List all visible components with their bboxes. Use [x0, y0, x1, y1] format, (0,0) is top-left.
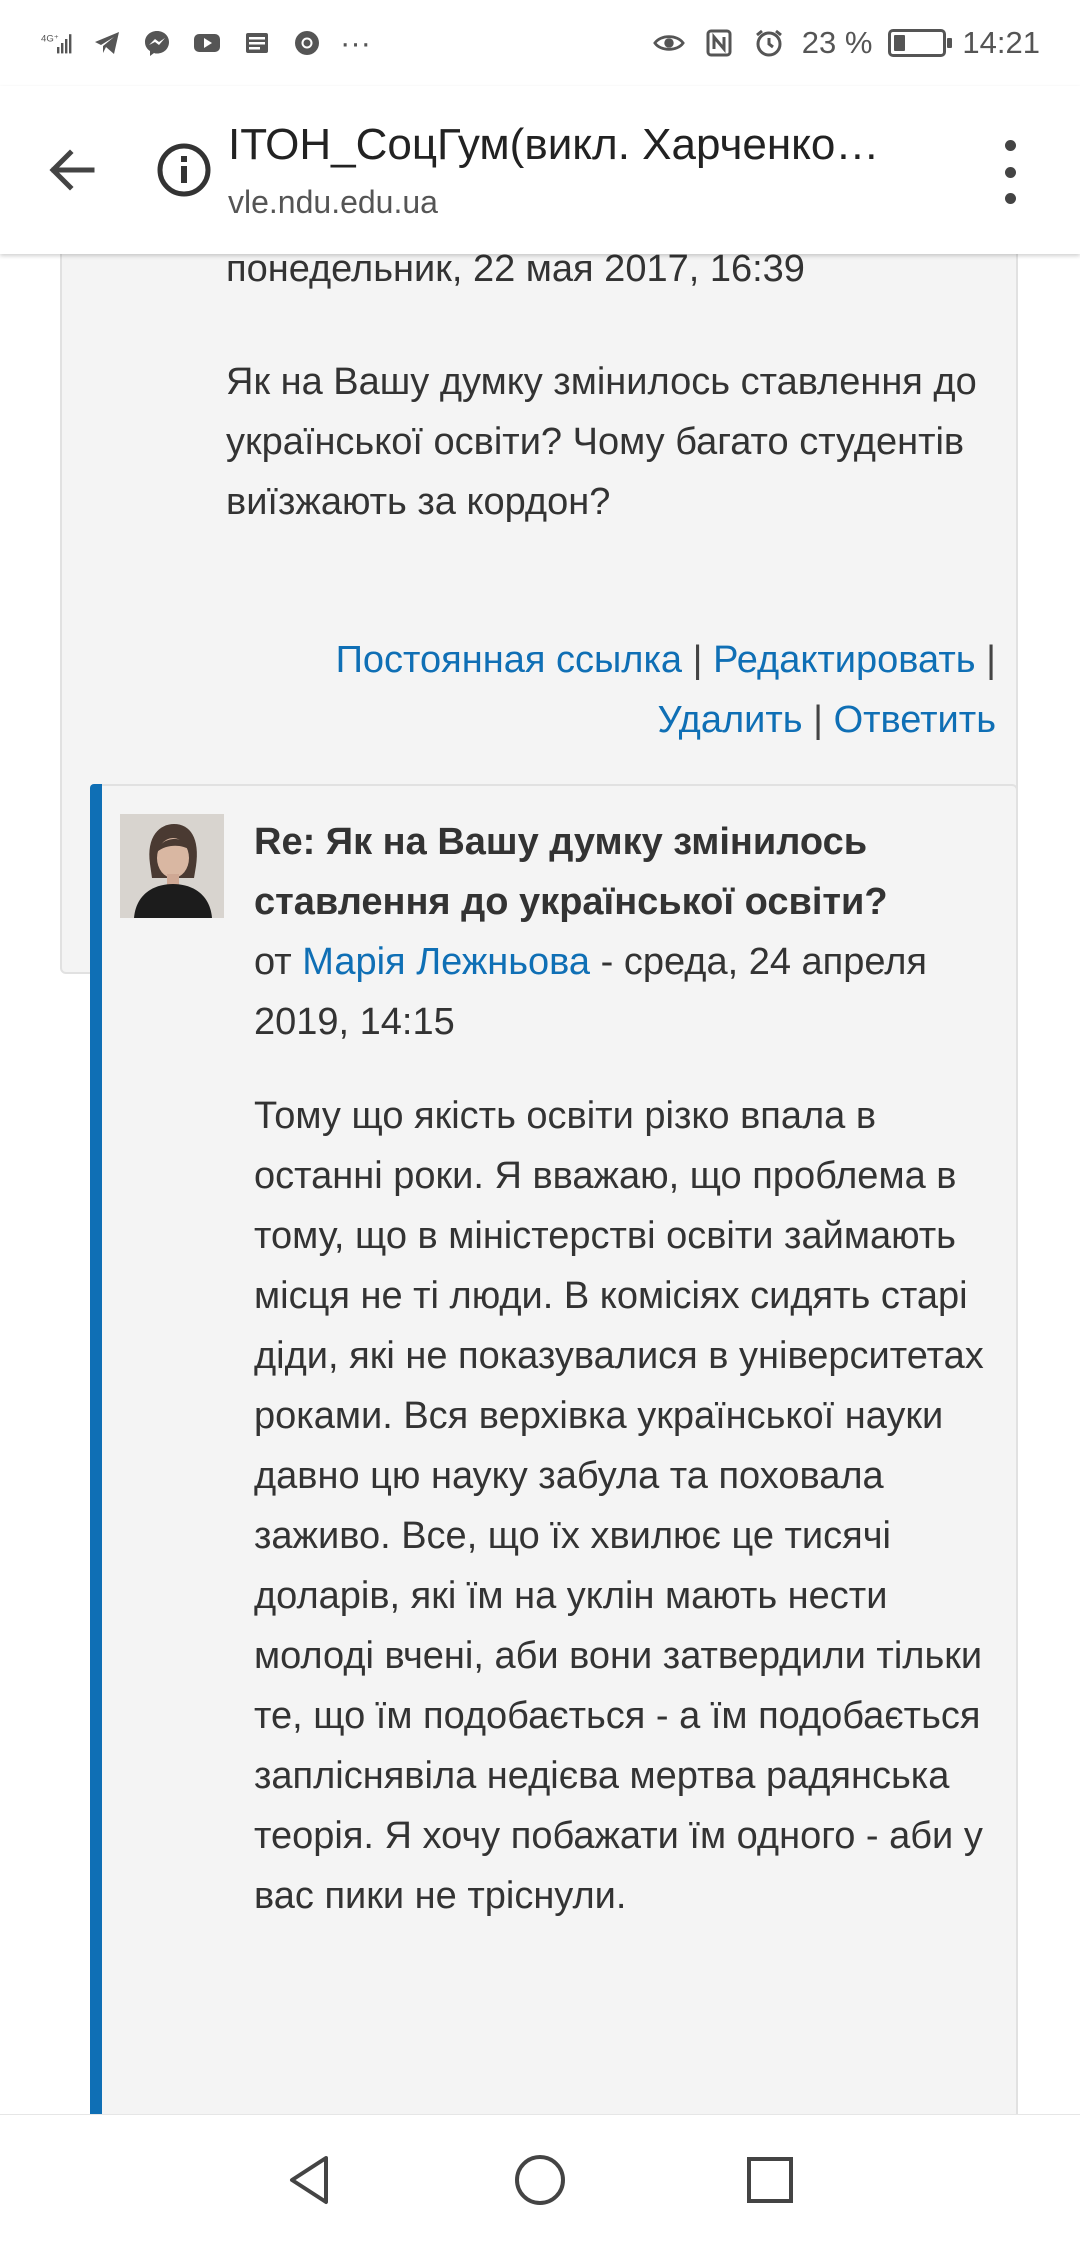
youtube-icon: [190, 28, 224, 58]
more-notifications-icon: ···: [340, 25, 371, 60]
news-icon: [240, 28, 274, 58]
browser-menu-button[interactable]: [990, 140, 1030, 204]
post-actions: Постоянная ссылка | Редактировать | Удал…: [176, 630, 996, 750]
nav-home-button[interactable]: [505, 2145, 575, 2215]
status-bar-right: 23 % 14:21: [652, 25, 1040, 61]
by-prefix: от: [254, 941, 292, 983]
system-navigation-bar: [0, 2114, 1080, 2245]
chrome-icon: [290, 28, 324, 58]
square-recents-icon: [747, 2157, 793, 2203]
alarm-icon: [752, 28, 786, 58]
reply-body: Тому що якість освіти різко впала в оста…: [254, 1095, 984, 1917]
battery-level: [894, 35, 906, 51]
back-button[interactable]: [40, 138, 104, 202]
status-bar-left: 4G⁺ ···: [40, 25, 371, 61]
action-separator: |: [986, 639, 996, 681]
nav-recents-button[interactable]: [735, 2145, 805, 2215]
action-separator: |: [692, 639, 703, 681]
battery-icon: [888, 29, 953, 57]
status-bar: 4G⁺ ··· 23 % 14:21: [0, 0, 1080, 86]
page-content[interactable]: понедельник, 22 мая 2017, 16:39 Як на Ва…: [0, 254, 1080, 2114]
reply-subject: Re: Як на Вашу думку змінилось ставлення…: [254, 821, 888, 923]
signal-icon: 4G⁺: [40, 28, 74, 58]
circle-home-icon: [515, 2155, 565, 2205]
nav-back-button[interactable]: [275, 2145, 345, 2215]
avatar[interactable]: [120, 814, 224, 918]
reply-link[interactable]: Ответить: [834, 699, 996, 741]
delete-link[interactable]: Удалить: [657, 699, 802, 741]
svg-text:4G⁺: 4G⁺: [41, 33, 59, 44]
nfc-icon: [702, 28, 736, 58]
edit-link[interactable]: Редактировать: [713, 639, 976, 681]
info-icon: [157, 143, 211, 197]
menu-dot-icon: [1004, 140, 1016, 151]
page-title[interactable]: ІТОН_СоцГум(викл. Харченко…: [228, 120, 938, 170]
clock: 14:21: [962, 25, 1040, 60]
menu-dot-icon: [1004, 193, 1016, 204]
reply-meta: от Марія Лежньова - среда, 24 апреля 201…: [254, 932, 994, 1052]
menu-dot-icon: [1004, 166, 1016, 178]
post-date: понедельник, 22 мая 2017, 16:39: [226, 254, 805, 290]
action-separator: |: [813, 699, 823, 741]
reply-accent-bar: [90, 784, 102, 2114]
author-link[interactable]: Марія Лежньова: [302, 941, 590, 983]
back-arrow-icon: [49, 149, 95, 191]
post-body: Як на Вашу думку змінилось ставлення до …: [226, 361, 977, 523]
triangle-back-icon: [290, 2156, 328, 2204]
messenger-icon: [140, 28, 174, 58]
forum-reply-post: Re: Як на Вашу думку змінилось ставлення…: [90, 784, 1018, 2114]
permalink-link[interactable]: Постоянная ссылка: [336, 639, 682, 681]
telegram-icon: [90, 28, 124, 58]
battery-percent: 23 %: [801, 25, 873, 60]
browser-toolbar: ІТОН_СоцГум(викл. Харченко… vle.ndu.edu.…: [0, 86, 1080, 254]
page-url[interactable]: vle.ndu.edu.ua: [228, 184, 438, 221]
page-info-button[interactable]: [154, 140, 214, 200]
eye-comfort-icon: [652, 28, 686, 58]
